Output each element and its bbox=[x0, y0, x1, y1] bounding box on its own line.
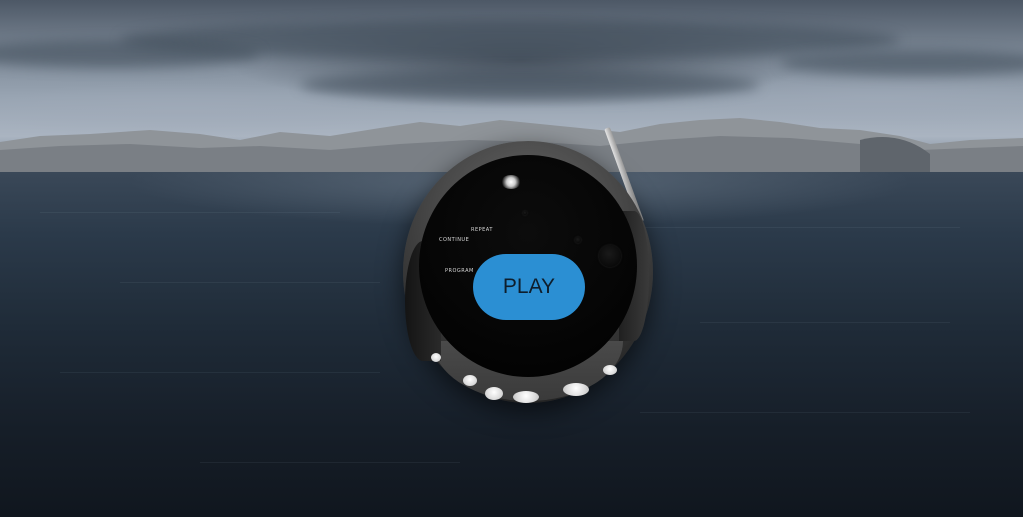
cloud bbox=[300, 70, 760, 100]
menu-item-program[interactable]: PROGRAM bbox=[445, 268, 474, 274]
knob-large[interactable] bbox=[599, 245, 621, 267]
light-dot bbox=[513, 391, 539, 403]
game-viewport: REPEAT CONTINUE PROGRAM PLAY bbox=[0, 0, 1023, 517]
indicator-dot bbox=[523, 211, 527, 215]
menu-item-repeat[interactable]: REPEAT bbox=[471, 227, 493, 233]
menu-item-continue[interactable]: CONTINUE bbox=[439, 237, 469, 243]
light-dot bbox=[563, 383, 589, 396]
cloud bbox=[780, 50, 1023, 76]
knob-small[interactable] bbox=[575, 237, 581, 243]
light-dot bbox=[603, 365, 617, 375]
light-dot bbox=[463, 375, 477, 386]
light-dot bbox=[431, 353, 441, 362]
light-dot bbox=[485, 387, 503, 400]
cloud bbox=[0, 40, 260, 68]
orb-device: REPEAT CONTINUE PROGRAM PLAY bbox=[403, 141, 653, 403]
light-reflection-icon bbox=[501, 175, 521, 189]
play-button[interactable]: PLAY bbox=[473, 254, 585, 320]
